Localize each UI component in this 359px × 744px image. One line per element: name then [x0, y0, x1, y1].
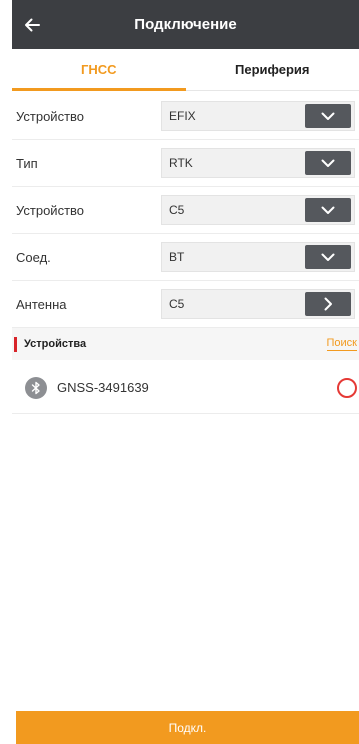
connection-form: Устройство EFIX Тип RTK Устройство C5 Со…: [12, 93, 359, 328]
device-list-item[interactable]: GNSS-3491639: [12, 362, 359, 414]
row-label: Устройство: [16, 108, 85, 124]
row-label: Тип: [16, 155, 38, 171]
select-value: BT: [169, 250, 185, 264]
model-select[interactable]: C5: [161, 195, 355, 225]
form-row-connection: Соед. BT: [12, 234, 359, 281]
page-title: Подключение: [134, 16, 237, 33]
connect-button[interactable]: Подкл.: [16, 711, 359, 744]
form-row-type: Тип RTK: [12, 140, 359, 187]
chevron-down-icon: [321, 159, 335, 167]
dropdown-button[interactable]: [305, 104, 351, 128]
section-marker: [14, 336, 17, 352]
connection-select[interactable]: BT: [161, 242, 355, 272]
select-value: C5: [169, 297, 185, 311]
tab-gnss[interactable]: ГНСС: [12, 49, 186, 91]
form-row-device: Устройство EFIX: [12, 93, 359, 140]
back-button[interactable]: [12, 0, 52, 49]
form-row-antenna: Антенна C5: [12, 281, 359, 328]
type-select[interactable]: RTK: [161, 148, 355, 178]
device-select[interactable]: EFIX: [161, 101, 355, 131]
device-name: GNSS-3491639: [57, 380, 149, 395]
devices-section-header: Устройства Поиск: [12, 328, 359, 360]
antenna-select[interactable]: C5: [161, 289, 355, 319]
row-label: Устройство: [16, 202, 85, 218]
app-header: Подключение: [12, 0, 359, 49]
dropdown-button[interactable]: [305, 198, 351, 222]
dropdown-button[interactable]: [305, 245, 351, 269]
select-value: RTK: [169, 156, 193, 170]
dropdown-button[interactable]: [305, 151, 351, 175]
arrow-left-icon: [25, 18, 40, 31]
row-label: Соед.: [16, 249, 51, 265]
row-label: Антенна: [16, 296, 67, 312]
form-row-model: Устройство C5: [12, 187, 359, 234]
chevron-down-icon: [321, 253, 335, 261]
select-value: C5: [169, 203, 185, 217]
tab-bar: ГНСС Периферия: [12, 49, 359, 91]
chevron-down-icon: [321, 206, 335, 214]
tab-peripherals[interactable]: Периферия: [186, 49, 359, 90]
chevron-down-icon: [321, 112, 335, 120]
section-title: Устройства: [24, 338, 87, 350]
select-value: EFIX: [169, 109, 196, 123]
search-link[interactable]: Поиск: [326, 337, 357, 351]
device-radio[interactable]: [337, 377, 357, 398]
chevron-right-icon: [324, 297, 332, 311]
bluetooth-icon: [25, 376, 47, 399]
antenna-detail-button[interactable]: [305, 292, 351, 316]
